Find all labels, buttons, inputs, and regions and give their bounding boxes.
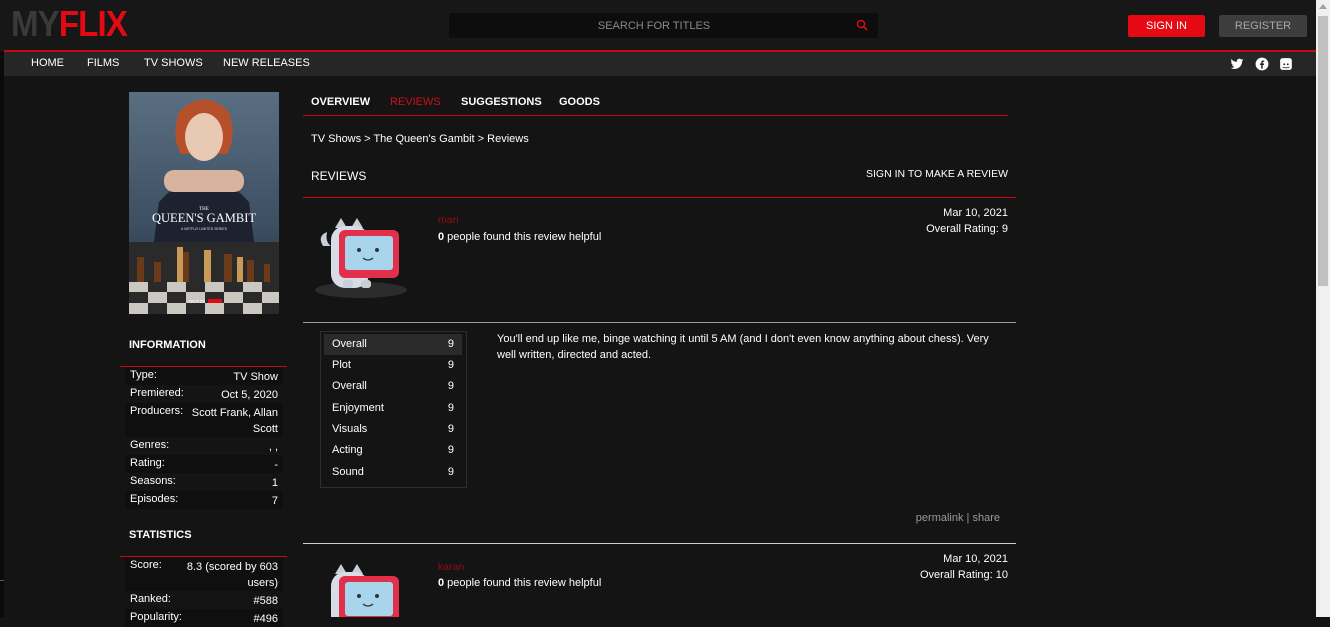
- nav-films[interactable]: FILMS: [87, 57, 119, 69]
- myflix-logo[interactable]: MYFLIX: [11, 4, 128, 44]
- review-helpful: 0 people found this review helpful: [438, 231, 602, 243]
- tab-overview[interactable]: OVERVIEW: [311, 96, 370, 108]
- rating-row: Acting 9: [332, 444, 454, 456]
- info-row-rating: Rating: -: [125, 455, 283, 473]
- rating-row: Visuals 9: [332, 423, 454, 435]
- poster-title: QUEEN'S GAMBIT: [152, 211, 256, 225]
- review-date: Mar 10, 2021: [943, 207, 1008, 219]
- page-scrollbar[interactable]: [1316, 0, 1330, 617]
- search-input[interactable]: [449, 13, 859, 38]
- stat-row-score: Score: 8.3 (scored by 603 users): [125, 557, 283, 591]
- poster-netflix-mark: [208, 299, 222, 303]
- rating-row: Plot 9: [332, 359, 454, 371]
- info-row-type: Type: TV Show: [125, 367, 283, 385]
- sign-in-button[interactable]: SIGN IN: [1128, 15, 1205, 37]
- poster-date: OCT 23: [189, 299, 205, 304]
- review-username[interactable]: mari: [438, 214, 458, 226]
- avatar[interactable]: [313, 216, 409, 300]
- sign-in-to-review-link[interactable]: SIGN IN TO MAKE A REVIEW: [846, 168, 1008, 180]
- search-bar: [449, 13, 878, 38]
- review-body: You'll end up like me, binge watching it…: [497, 333, 989, 361]
- info-row-genres: Genres:, ,: [130, 439, 278, 453]
- statistics-title: STATISTICS: [129, 529, 192, 541]
- tab-suggestions[interactable]: SUGGESTIONS: [461, 96, 542, 108]
- information-title: INFORMATION: [129, 339, 206, 351]
- reviews-heading: REVIEWS: [311, 169, 367, 183]
- top-header: MYFLIX SIGN IN REGISTER: [0, 0, 1316, 50]
- review-header: karan 0 people found this review helpful…: [303, 544, 1016, 617]
- poster-subtitle: A NETFLIX LIMITED SERIES: [181, 227, 228, 231]
- permalink-link[interactable]: permalink: [916, 512, 964, 524]
- breadcrumb[interactable]: TV Shows > The Queen's Gambit > Reviews: [311, 133, 529, 145]
- review-links: permalink | share: [915, 512, 1000, 524]
- info-row-premiered: Premiered: Oct 5, 2020: [130, 387, 278, 401]
- review-helpful: 0 people found this review helpful: [438, 577, 602, 589]
- main-nav: HOME FILMS TV SHOWS NEW RELEASES: [4, 52, 1316, 76]
- review-overall-rating: Overall Rating: 10: [919, 569, 1008, 581]
- avatar[interactable]: [313, 562, 409, 617]
- search-icon[interactable]: [856, 19, 868, 31]
- left-edge-mark: [0, 580, 4, 581]
- rating-row: Sound 9: [332, 466, 454, 478]
- review-date: Mar 10, 2021: [943, 553, 1008, 565]
- rating-row: Enjoyment 9: [332, 402, 454, 414]
- tabs-divider: [303, 115, 1008, 116]
- nav-home[interactable]: HOME: [31, 57, 64, 69]
- scroll-up-arrow-icon[interactable]: [1319, 4, 1327, 9]
- review-ratings-table: Overall 9 Plot 9 Overall 9 Enjoyment 9 Visua…: [320, 331, 467, 488]
- register-button[interactable]: REGISTER: [1219, 15, 1307, 37]
- tab-reviews[interactable]: REVIEWS: [390, 96, 441, 108]
- nav-tv-shows[interactable]: TV SHOWS: [144, 57, 203, 69]
- info-row-episodes: Episodes: 7: [125, 491, 283, 509]
- stat-row-ranked: Ranked: #588: [130, 593, 278, 607]
- facebook-icon[interactable]: [1255, 57, 1269, 71]
- info-row-seasons: Seasons: 1: [130, 475, 278, 489]
- poster-image: THE QUEEN'S GAMBIT A NETFLIX LIMITED SER…: [129, 92, 279, 314]
- tab-goods[interactable]: GOODS: [559, 96, 600, 108]
- left-edge: [0, 52, 4, 617]
- nav-new-releases[interactable]: NEW RELEASES: [223, 57, 310, 69]
- review-overall-rating: Overall Rating: 9: [926, 223, 1008, 235]
- review-separator: [303, 322, 1016, 323]
- review-username[interactable]: karan: [438, 561, 464, 573]
- discord-icon[interactable]: [1279, 57, 1293, 71]
- rating-row: Overall 9: [332, 380, 454, 392]
- stat-row-popularity: Popularity: #496: [125, 609, 283, 627]
- twitter-icon[interactable]: [1230, 57, 1244, 71]
- info-row-producers: Producers: Scott Frank, Allan Scott: [125, 403, 283, 437]
- show-poster[interactable]: THE QUEEN'S GAMBIT A NETFLIX LIMITED SER…: [129, 92, 279, 314]
- share-link[interactable]: share: [972, 512, 1000, 524]
- rating-row: Overall 9: [324, 334, 462, 355]
- scrollbar-thumb[interactable]: [1318, 16, 1328, 286]
- review-header: mari 0 people found this review helpful …: [303, 198, 1016, 318]
